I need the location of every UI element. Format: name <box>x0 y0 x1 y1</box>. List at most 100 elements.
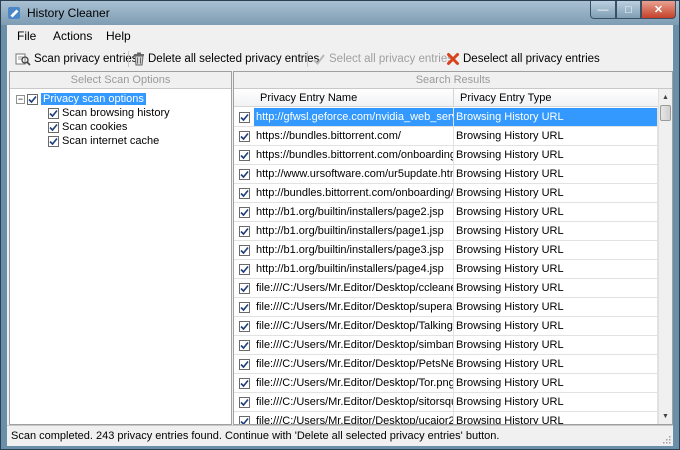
row-checkbox[interactable] <box>238 301 250 313</box>
results-vertical-scrollbar[interactable]: ▲ ▼ <box>658 89 672 424</box>
tree-item-scan-cookies[interactable]: Scan cookies <box>48 120 127 134</box>
row-checkbox[interactable] <box>238 206 250 218</box>
minimize-button[interactable]: — <box>590 1 616 19</box>
row-checkbox[interactable] <box>238 339 250 351</box>
table-row[interactable]: file:///C:/Users/Mr.Editor/Desktop/cclea… <box>234 279 658 298</box>
row-checkbox-cell <box>234 355 254 373</box>
row-entry-type: Browsing History URL <box>454 336 658 354</box>
row-checkbox-cell <box>234 222 254 240</box>
browsing-history-checkbox[interactable] <box>48 107 59 119</box>
table-row[interactable]: file:///C:/Users/Mr.Editor/Desktop/Tor.p… <box>234 374 658 393</box>
results-grid: Privacy Entry Name Privacy Entry Type ht… <box>234 89 658 424</box>
scan-privacy-entries-button[interactable]: Scan privacy entries <box>15 51 138 67</box>
tree-item-label: Scan internet cache <box>62 135 160 147</box>
column-header-type[interactable]: Privacy Entry Type <box>454 89 658 107</box>
table-row[interactable]: http://b1.org/builtin/installers/page1.j… <box>234 222 658 241</box>
tree-item-scan-browsing-history[interactable]: Scan browsing history <box>48 106 170 120</box>
table-row[interactable]: http://www.ursoftware.com/ur5update.htm B… <box>234 165 658 184</box>
close-button[interactable]: ✕ <box>641 1 676 19</box>
tree-item-scan-internet-cache[interactable]: Scan internet cache <box>48 134 159 148</box>
row-entry-name: file:///C:/Users/Mr.Editor/Desktop/sitor… <box>254 393 454 411</box>
resize-grip-icon[interactable] <box>661 434 671 444</box>
cookies-checkbox[interactable] <box>48 121 59 133</box>
row-checkbox-cell <box>234 317 254 335</box>
collapse-icon[interactable]: − <box>16 94 25 104</box>
checkmark-icon <box>239 265 249 273</box>
row-checkbox[interactable] <box>238 244 250 256</box>
table-row[interactable]: http://b1.org/builtin/installers/page4.j… <box>234 260 658 279</box>
checkmark-icon <box>239 227 249 235</box>
tree-root-privacy-scan-options[interactable]: − Privacy scan options <box>16 92 146 106</box>
menu-file[interactable]: File <box>17 29 36 43</box>
root-checkbox[interactable] <box>27 93 38 105</box>
deselect-all-button[interactable]: Deselect all privacy entries <box>446 51 600 67</box>
row-checkbox[interactable] <box>238 263 250 275</box>
row-entry-name: http://b1.org/builtin/installers/page2.j… <box>254 203 454 221</box>
checkmark-icon <box>239 417 249 424</box>
title-bar[interactable]: History Cleaner — □ ✕ <box>1 1 679 25</box>
table-row[interactable]: file:///C:/Users/Mr.Editor/Desktop/PetsN… <box>234 355 658 374</box>
select-all-button[interactable]: Select all privacy entries <box>312 51 453 67</box>
checkmark-icon <box>239 341 249 349</box>
close-icon: ✕ <box>653 4 664 16</box>
maximize-button[interactable]: □ <box>616 1 641 19</box>
row-entry-type: Browsing History URL <box>454 279 658 297</box>
row-entry-type: Browsing History URL <box>454 355 658 373</box>
table-row[interactable]: https://bundles.bittorrent.com/Browsing … <box>234 127 658 146</box>
app-broom-icon <box>8 7 20 19</box>
row-entry-name: http://b1.org/builtin/installers/page4.j… <box>254 260 454 278</box>
scroll-up-arrow-icon[interactable]: ▲ <box>659 89 672 105</box>
row-checkbox[interactable] <box>238 187 250 199</box>
row-entry-name: https://bundles.bittorrent.com/ <box>254 127 454 145</box>
table-row[interactable]: http://bundles.bittorrent.com/onboarding… <box>234 184 658 203</box>
column-header-name[interactable]: Privacy Entry Name <box>234 89 454 107</box>
row-checkbox[interactable] <box>238 396 250 408</box>
maximize-icon: □ <box>625 3 632 16</box>
table-row[interactable]: file:///C:/Users/Mr.Editor/Desktop/super… <box>234 298 658 317</box>
table-row[interactable]: https://bundles.bittorrent.com/onboardin… <box>234 146 658 165</box>
table-row[interactable]: file:///C:/Users/Mr.Editor/Desktop/Talki… <box>234 317 658 336</box>
delete-selected-button[interactable]: Delete all selected privacy entries <box>133 51 319 67</box>
menu-help[interactable]: Help <box>106 29 131 43</box>
client-area: File Actions Help Scan privacy entries D… <box>7 25 673 446</box>
app-window: History Cleaner — □ ✕ File Actions Help … <box>0 0 680 450</box>
table-row[interactable]: file:///C:/Users/Mr.Editor/Desktop/sitor… <box>234 393 658 412</box>
row-entry-name: file:///C:/Users/Mr.Editor/Desktop/Talki… <box>254 317 454 335</box>
table-row[interactable]: http://b1.org/builtin/installers/page3.j… <box>234 241 658 260</box>
checkmark-icon <box>239 113 249 121</box>
row-checkbox-cell <box>234 127 254 145</box>
table-row[interactable]: file:///C:/Users/Mr.Editor/Desktop/simba… <box>234 336 658 355</box>
table-row[interactable]: http://b1.org/builtin/installers/page2.j… <box>234 203 658 222</box>
row-checkbox[interactable] <box>238 282 250 294</box>
row-entry-type: Browsing History URL <box>454 184 658 202</box>
scroll-down-arrow-icon[interactable]: ▼ <box>659 408 672 424</box>
table-row[interactable]: file:///C:/Users/Mr.Editor/Desktop/ucaio… <box>234 412 658 424</box>
checkmark-icon <box>239 398 249 406</box>
toolbar: Scan privacy entries Delete all selected… <box>7 48 673 70</box>
internet-cache-checkbox[interactable] <box>48 135 59 147</box>
row-checkbox[interactable] <box>238 415 250 424</box>
row-checkbox[interactable] <box>238 358 250 370</box>
row-checkbox[interactable] <box>238 377 250 389</box>
row-checkbox[interactable] <box>238 111 250 123</box>
row-checkbox-cell <box>234 298 254 316</box>
row-entry-name: file:///C:/Users/Mr.Editor/Desktop/simba… <box>254 336 454 354</box>
red-x-icon <box>447 53 459 65</box>
row-checkbox[interactable] <box>238 225 250 237</box>
row-entry-type: Browsing History URL <box>454 260 658 278</box>
checkmark-icon <box>239 360 249 368</box>
row-checkbox[interactable] <box>238 149 250 161</box>
scrollbar-thumb[interactable] <box>660 105 671 121</box>
row-checkbox[interactable] <box>238 130 250 142</box>
row-entry-name: file:///C:/Users/Mr.Editor/Desktop/cclea… <box>254 279 454 297</box>
row-entry-name: http://b1.org/builtin/installers/page3.j… <box>254 241 454 259</box>
row-checkbox-cell <box>234 260 254 278</box>
menu-actions[interactable]: Actions <box>53 29 92 43</box>
row-checkbox[interactable] <box>238 168 250 180</box>
checkmark-icon <box>239 151 249 159</box>
menu-bar: File Actions Help <box>7 25 673 47</box>
row-checkbox[interactable] <box>238 320 250 332</box>
row-checkbox-cell <box>234 374 254 392</box>
table-row[interactable]: http://gfwsl.geforce.com/nvidia_web_serv… <box>234 108 658 127</box>
row-entry-type: Browsing History URL <box>454 412 658 424</box>
